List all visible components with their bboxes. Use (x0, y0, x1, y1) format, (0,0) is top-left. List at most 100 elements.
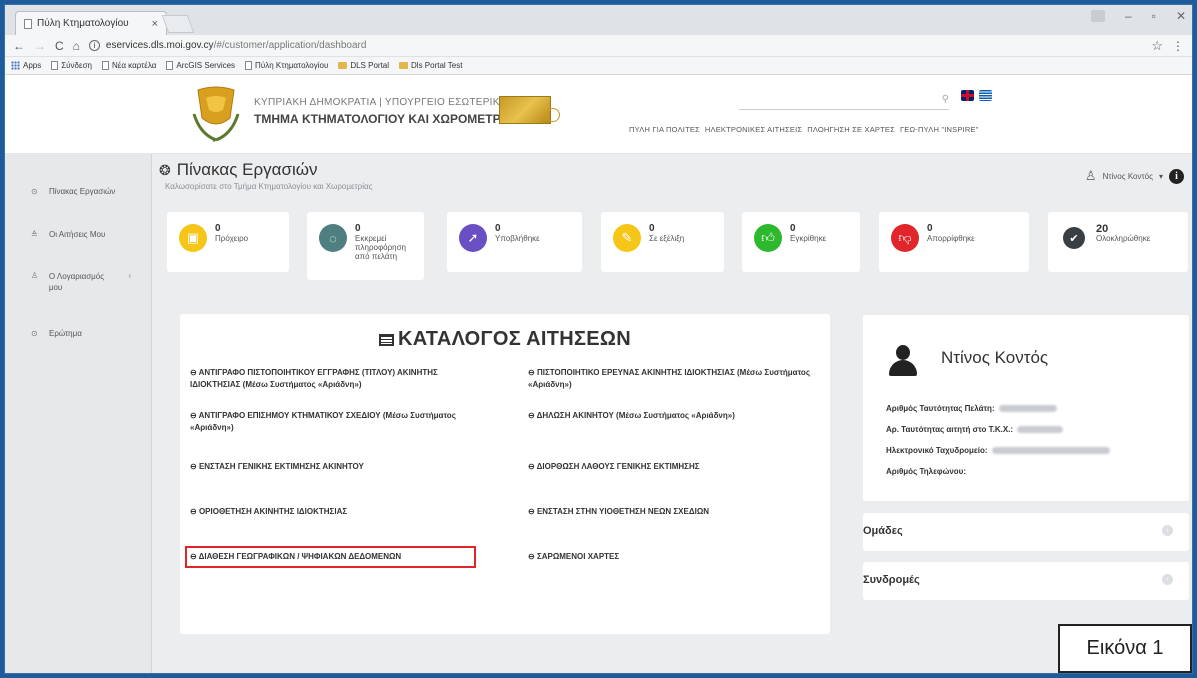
sidebar: ⊙ Πίνακας Εργασιών ≙ Οι Αιτήσεις Μου ♙ Ο… (5, 154, 152, 673)
dashboard-icon: ⊙ (31, 187, 38, 196)
page-icon (101, 61, 109, 70)
bookmark-new-tab[interactable]: Νέα καρτέλα (101, 61, 156, 70)
bookmark-star-icon[interactable]: ☆ (1151, 38, 1163, 54)
catalog-item-valuation-correction[interactable]: ⊖ ΔΙΟΡΘΩΣΗ ΛΑΘΟΥΣ ΓΕΝΙΚΗΣ ΕΚΤΙΜΗΣΗΣ (528, 461, 813, 473)
search-icon[interactable]: ⚲ (942, 94, 949, 105)
nav-inspire-geoportal[interactable]: ΓΕΩ-ΠΥΛΗ "INSPIRE" (900, 125, 979, 134)
nav-e-applications[interactable]: ΗΛΕΚΤΡΟΝΙΚΕΣ ΑΙΤΗΣΕΙΣ (705, 125, 802, 134)
bookmarks-bar: Apps Σύνδεση Νέα καρτέλα ArcGIS Services… (5, 57, 1192, 75)
minimize-icon[interactable]: – (1125, 9, 1132, 23)
status-label: Πρόχειρο (215, 234, 249, 243)
bullet-icon: ⊖ (190, 462, 197, 471)
redacted-value (1017, 426, 1064, 433)
profile-card: Ντίνος Κοντός Αριθμός Ταυτότητας Πελάτη:… (863, 315, 1189, 501)
status-card-in-progress[interactable]: ✎ 0 Σε εξέλιξη (601, 212, 724, 272)
user-icon: ♙ (1084, 168, 1097, 183)
catalog-item-valuation-objection[interactable]: ⊖ ΕΝΣΤΑΣΗ ΓΕΝΙΚΗΣ ΕΚΤΙΜΗΣΗΣ ΑΚΙΝΗΤΟΥ (190, 461, 490, 473)
site-info-icon[interactable]: i (88, 40, 100, 51)
status-count: 0 (215, 223, 221, 234)
sidebar-item-label: Οι Αιτήσεις Μου (49, 230, 106, 239)
page-icon (166, 61, 174, 70)
bullet-icon: ⊖ (528, 552, 535, 561)
status-count: 0 (649, 223, 655, 234)
groups-panel[interactable]: Ομάδες › (863, 513, 1189, 551)
sidebar-item-query[interactable]: ⊙ Ερώτημα (31, 329, 82, 338)
catalog-item-new-plans-objection[interactable]: ⊖ ΕΝΣΤΑΣΗ ΣΤΗΝ ΥΙΟΘΕΤΗΣΗ ΝΕΩΝ ΣΧΕΔΙΩΝ (528, 506, 813, 518)
sidebar-item-label: Ερώτημα (49, 329, 82, 338)
catalog-item-boundary-demarcation[interactable]: ⊖ ΟΡΙΟΘΕΤΗΣΗ ΑΚΙΝΗΤΗΣ ΙΔΙΟΚΤΗΣΙΑΣ (190, 506, 490, 518)
approved-icon: 👍︎ (754, 224, 782, 252)
page-title: ❂ Πίνακας Εργασιών (159, 160, 318, 179)
maximize-icon[interactable]: ▫ (1152, 9, 1156, 23)
sidebar-item-account[interactable]: ♙ Ο Λογαριασμός μου › (31, 271, 131, 293)
browser-toolbar: ← → C ⌂ i eservices.dls.moi.gov.cy/#/cus… (5, 35, 1192, 57)
url-path: /#/customer/application/dashboard (213, 40, 367, 51)
bullet-icon: ⊖ (190, 368, 197, 377)
avatar (887, 345, 919, 377)
status-card-approved[interactable]: 👍︎ 0 Εγκρίθηκε (742, 212, 860, 272)
home-icon[interactable]: ⌂ (73, 39, 80, 53)
subscriptions-panel[interactable]: Συνδρομές › (863, 562, 1189, 600)
greek-flag-icon[interactable] (979, 90, 992, 101)
subscriptions-label: Συνδρομές (863, 574, 920, 586)
bookmark-login[interactable]: Σύνδεση (51, 61, 92, 70)
catalog-item-scanned-maps[interactable]: ⊖ ΣΑΡΩΜΕΝΟΙ ΧΑΡΤΕΣ (528, 551, 813, 563)
sidebar-item-label: Πίνακας Εργασιών (49, 187, 116, 196)
status-card-completed[interactable]: ✔ 20 Ολοκληρώθηκε (1048, 212, 1188, 272)
bookmark-dls-portal-test[interactable]: Dls Portal Test (399, 61, 462, 70)
apps-grid-icon (11, 61, 20, 70)
page-subtitle: Καλωσορίσατε στο Τμήμα Κτηματολογίου και… (165, 182, 373, 191)
catalog-item-title-copy[interactable]: ⊖ ΑΝΤΙΓΡΑΦΟ ΠΙΣΤΟΠΟΙΗΤΙΚΟΥ ΕΓΓΡΑΦΗΣ (ΤΙΤ… (190, 367, 490, 391)
menu-icon[interactable]: ⋮ (1172, 39, 1184, 53)
catalog-item-property-declaration[interactable]: ⊖ ΔΗΛΩΣΗ ΑΚΙΝΗΤΟΥ (Μέσω Συστήματος «Αριά… (528, 410, 813, 422)
sidebar-item-applications[interactable]: ≙ Οι Αιτήσεις Μου (31, 230, 105, 239)
forward-icon[interactable]: → (34, 39, 46, 53)
profile-icon[interactable] (1090, 10, 1105, 22)
rejected-icon: 👎︎ (891, 224, 919, 252)
draft-icon: ▣ (179, 224, 207, 252)
status-card-submitted[interactable]: ➚ 0 Υποβλήθηκε (447, 212, 582, 272)
bullet-icon: ⊖ (190, 552, 197, 561)
english-flag-icon[interactable] (961, 90, 974, 101)
nav-citizens-portal[interactable]: ΠΥΛΗ ΓΙΑ ΠΟΛΙΤΕΣ (629, 125, 700, 134)
status-count: 0 (495, 223, 501, 234)
close-tab-icon[interactable]: × (152, 18, 158, 30)
nav-map-navigation[interactable]: ΠΛΟΗΓΗΣΗ ΣΕ ΧΑΡΤΕΣ (807, 125, 895, 134)
catalog-item-cadastral-plan-copy[interactable]: ⊖ ΑΝΤΙΓΡΑΦΟ ΕΠΙΣΗΜΟΥ ΚΤΗΜΑΤΙΚΟΥ ΣΧΕΔΙΟΥ … (190, 410, 490, 434)
status-card-draft[interactable]: ▣ 0 Πρόχειρο (167, 212, 289, 272)
profile-name: Ντίνος Κοντός (941, 348, 1049, 367)
tab-title: Πύλη Κτηματολογίου (37, 18, 129, 29)
groups-badge: › (1162, 525, 1173, 536)
user-menu[interactable]: ♙ Ντίνος Κοντός ▾ i (1085, 168, 1184, 184)
cyprus-crest-logo[interactable]: × (190, 84, 242, 144)
subscriptions-badge: › (1162, 574, 1173, 585)
new-tab-button[interactable] (161, 15, 195, 33)
bookmark-arcgis[interactable]: ArcGIS Services (166, 61, 235, 70)
submitted-icon: ➚ (459, 224, 487, 252)
redacted-value (998, 405, 1057, 412)
profile-phone: Αριθμός Τηλεφώνου: (886, 467, 966, 476)
sidebar-item-dashboard[interactable]: ⊙ Πίνακας Εργασιών (31, 187, 115, 196)
reload-icon[interactable]: C (55, 39, 64, 53)
bullet-icon: ⊖ (528, 462, 535, 471)
address-bar[interactable]: i eservices.dls.moi.gov.cy/#/customer/ap… (88, 40, 1142, 51)
catalog-item-geodata-provision[interactable]: ⊖ ΔΙΑΘΕΣΗ ΓΕΩΓΡΑΦΙΚΩΝ / ΨΗΦΙΑΚΩΝ ΔΕΔΟΜΕΝ… (185, 546, 476, 568)
bookmark-apps[interactable]: Apps (11, 61, 41, 70)
bookmark-portal[interactable]: Πύλη Κτηματολογίου (245, 61, 328, 70)
close-window-icon[interactable]: ✕ (1176, 9, 1186, 23)
bullet-icon: ⊖ (528, 368, 535, 377)
site-search-input[interactable]: ⚲ (739, 94, 949, 110)
browser-tab[interactable]: Πύλη Κτηματολογίου × (15, 11, 167, 35)
info-icon[interactable]: i (1169, 168, 1184, 184)
bookmark-dls-portal[interactable]: DLS Portal (338, 61, 389, 70)
profile-email: Ηλεκτρονικό Ταχυδρομείο: (886, 446, 1110, 455)
top-navigation: ΠΥΛΗ ΓΙΑ ΠΟΛΙΤΕΣ ΗΛΕΚΤΡΟΝΙΚΕΣ ΑΙΤΗΣΕΙΣ Π… (629, 125, 979, 134)
status-card-rejected[interactable]: 👎︎ 0 Απορρίφθηκε (879, 212, 1029, 272)
status-card-pending-info[interactable]: ◌ 0 Εκκρεμεί πληροφόρηση από πελάτη (307, 212, 424, 280)
profile-applicant-id: Αρ. Ταυτότητας αιτητή στο Τ.Κ.Χ.: (886, 425, 1064, 434)
status-label: Υποβλήθηκε (495, 234, 540, 243)
back-icon[interactable]: ← (13, 39, 25, 53)
account-icon: ♙ (31, 271, 39, 280)
catalog-item-search-certificate[interactable]: ⊖ ΠΙΣΤΟΠΟΙΗΤΙΚΟ ΕΡΕΥΝΑΣ ΑΚΙΝΗΤΗΣ ΙΔΙΟΚΤΗ… (528, 367, 813, 391)
page-icon (245, 61, 253, 70)
